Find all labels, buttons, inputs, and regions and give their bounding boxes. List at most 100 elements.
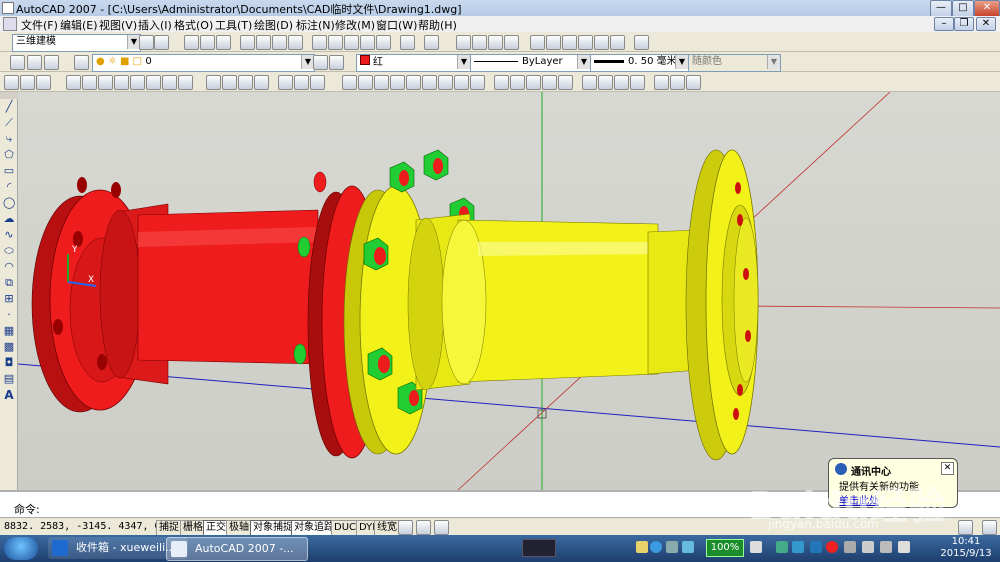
zoom-realtime-icon[interactable] bbox=[472, 35, 487, 50]
plot-icon[interactable] bbox=[240, 35, 255, 50]
polygon-icon[interactable]: ⬠ bbox=[3, 149, 15, 161]
lineweight-dropdown[interactable]: 0. 50 毫米 ▼ bbox=[590, 54, 689, 72]
left-view-icon[interactable] bbox=[238, 75, 253, 90]
layer-state-icon[interactable] bbox=[27, 55, 42, 70]
annotation-scale-icon[interactable] bbox=[416, 520, 431, 535]
snap-toggle[interactable]: 捕捉 bbox=[156, 520, 182, 536]
torus-icon[interactable] bbox=[422, 75, 437, 90]
ucs-previous-icon[interactable] bbox=[98, 75, 113, 90]
drawing-viewport[interactable]: Y X bbox=[18, 92, 1000, 490]
gradient-icon[interactable]: ▩ bbox=[3, 341, 15, 353]
plot-preview-icon[interactable] bbox=[256, 35, 271, 50]
tray-im-icon[interactable] bbox=[792, 541, 804, 553]
hatch-icon[interactable]: ▦ bbox=[3, 325, 15, 337]
menu-draw[interactable]: 绘图(D) bbox=[254, 17, 293, 33]
open-file-icon[interactable] bbox=[200, 35, 215, 50]
menu-modify[interactable]: 修改(M) bbox=[335, 17, 375, 33]
free-orbit-icon[interactable] bbox=[20, 75, 35, 90]
3d-rotate-icon[interactable] bbox=[654, 75, 669, 90]
arc-icon[interactable]: ◜ bbox=[3, 181, 15, 193]
properties-icon[interactable] bbox=[530, 35, 545, 50]
tray-help-icon[interactable] bbox=[650, 541, 662, 553]
rectangle-icon[interactable]: ▭ bbox=[3, 165, 15, 177]
continuous-orbit-icon[interactable] bbox=[36, 75, 51, 90]
tray-antivirus-icon[interactable] bbox=[826, 541, 838, 553]
back-view-icon[interactable] bbox=[294, 75, 309, 90]
subtract-icon[interactable] bbox=[598, 75, 613, 90]
tray-monitor-icon[interactable] bbox=[844, 541, 856, 553]
communication-center-icon[interactable] bbox=[958, 520, 973, 535]
3d-array-icon[interactable] bbox=[686, 75, 701, 90]
extrude-icon[interactable] bbox=[494, 75, 509, 90]
tool-palettes-icon[interactable] bbox=[562, 35, 577, 50]
viewport-scale-icon[interactable] bbox=[434, 520, 449, 535]
make-current-layer-icon[interactable] bbox=[313, 55, 328, 70]
tray-app-icon[interactable] bbox=[636, 541, 648, 553]
bottom-view-icon[interactable] bbox=[222, 75, 237, 90]
3d-move-icon[interactable] bbox=[630, 75, 645, 90]
save-icon[interactable] bbox=[216, 35, 231, 50]
ucs-zaxis-icon[interactable] bbox=[178, 75, 193, 90]
box-icon[interactable] bbox=[342, 75, 357, 90]
multiline-text-icon[interactable]: A bbox=[3, 389, 15, 401]
workspace-dropdown[interactable]: 三维建模 ▼ bbox=[12, 34, 141, 52]
layer-properties-icon[interactable] bbox=[74, 55, 89, 70]
cut-icon[interactable] bbox=[312, 35, 327, 50]
match-properties-icon[interactable] bbox=[360, 35, 375, 50]
loft-icon[interactable] bbox=[558, 75, 573, 90]
union-icon[interactable] bbox=[582, 75, 597, 90]
autocad-app-icon[interactable] bbox=[2, 2, 14, 14]
ucs-object-icon[interactable] bbox=[130, 75, 145, 90]
close-icon[interactable]: ✕ bbox=[941, 462, 954, 475]
tray-network-icon[interactable] bbox=[666, 541, 678, 553]
cylinder-icon[interactable] bbox=[406, 75, 421, 90]
menu-format[interactable]: 格式(O) bbox=[174, 17, 213, 33]
3d-dwf-icon[interactable] bbox=[288, 35, 303, 50]
new-file-icon[interactable] bbox=[184, 35, 199, 50]
tray-office-icon[interactable] bbox=[810, 541, 822, 553]
linetype-dropdown[interactable]: ByLayer ▼ bbox=[470, 54, 591, 72]
polyline-icon[interactable]: ⤷ bbox=[3, 133, 15, 145]
tray-signal-icon[interactable] bbox=[880, 541, 892, 553]
line-icon[interactable]: ╱ bbox=[3, 101, 15, 113]
region-icon[interactable]: ◘ bbox=[3, 357, 15, 369]
circle-icon[interactable]: ◯ bbox=[3, 197, 15, 209]
tray-volume-icon[interactable] bbox=[898, 541, 910, 553]
doc-restore-button[interactable]: ❐ bbox=[954, 17, 974, 31]
undo-icon[interactable] bbox=[400, 35, 415, 50]
redo-icon[interactable] bbox=[424, 35, 439, 50]
orbit-icon[interactable] bbox=[4, 75, 19, 90]
construction-line-icon[interactable]: ⟋ bbox=[3, 117, 15, 129]
doc-minimize-button[interactable]: – bbox=[934, 17, 954, 31]
tray-shield-icon[interactable] bbox=[776, 541, 788, 553]
sphere-icon[interactable] bbox=[390, 75, 405, 90]
clean-screen-icon[interactable] bbox=[982, 520, 997, 535]
menu-insert[interactable]: 插入(I) bbox=[138, 17, 172, 33]
task-autocad[interactable]: AutoCAD 2007 -... bbox=[166, 537, 308, 561]
layer-previous-icon[interactable] bbox=[44, 55, 59, 70]
revolve-icon[interactable] bbox=[542, 75, 557, 90]
workspace-settings-icon[interactable] bbox=[139, 35, 154, 50]
front-view-icon[interactable] bbox=[278, 75, 293, 90]
zoom-window-icon[interactable] bbox=[488, 35, 503, 50]
pyramid-icon[interactable] bbox=[438, 75, 453, 90]
block-editor-icon[interactable] bbox=[376, 35, 391, 50]
table-icon[interactable]: ▤ bbox=[3, 373, 15, 385]
tray-sync-icon[interactable] bbox=[682, 541, 694, 553]
ucs-icon[interactable] bbox=[66, 75, 81, 90]
menu-help[interactable]: 帮助(H) bbox=[418, 17, 457, 33]
ucs-world-icon[interactable] bbox=[82, 75, 97, 90]
workspace-save-icon[interactable] bbox=[154, 35, 169, 50]
layer-dropdown[interactable]: ● ☼ ■ □ 0 ▼ bbox=[92, 54, 315, 72]
intersect-icon[interactable] bbox=[614, 75, 629, 90]
ucs-origin-icon[interactable] bbox=[162, 75, 177, 90]
doc-close-button[interactable]: ✕ bbox=[976, 17, 996, 31]
help-icon[interactable] bbox=[634, 35, 649, 50]
copy-icon[interactable] bbox=[328, 35, 343, 50]
cone-icon[interactable] bbox=[374, 75, 389, 90]
model-space-icon[interactable] bbox=[398, 520, 413, 535]
sweep-icon[interactable] bbox=[526, 75, 541, 90]
network-meter-icon[interactable] bbox=[522, 539, 556, 557]
system-clock[interactable]: 10:41 2015/9/13 bbox=[936, 536, 996, 562]
spline-icon[interactable]: ∿ bbox=[3, 229, 15, 241]
